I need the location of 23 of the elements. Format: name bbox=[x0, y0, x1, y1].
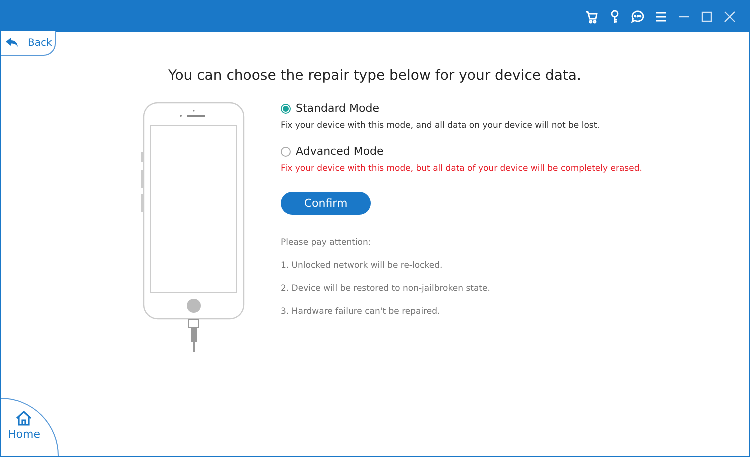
maximize-icon[interactable] bbox=[700, 10, 714, 24]
mode-label: Standard Mode bbox=[296, 102, 380, 115]
radio-icon[interactable] bbox=[281, 104, 291, 114]
mode-description: Fix your device with this mode, and all data on your device will not be lost. bbox=[281, 121, 601, 131]
back-button[interactable]: Back bbox=[1, 31, 56, 56]
mode-radio[interactable]: Standard Mode bbox=[281, 102, 642, 115]
chat-icon[interactable] bbox=[631, 10, 645, 24]
cart-icon[interactable] bbox=[585, 10, 599, 24]
menu-icon[interactable] bbox=[654, 10, 668, 24]
home-button[interactable]: Home bbox=[1, 398, 59, 456]
close-icon[interactable] bbox=[723, 10, 737, 24]
note-text: 2. Device will be restored to non-jailbroken state. bbox=[281, 284, 492, 294]
back-arrow-icon bbox=[6, 38, 18, 48]
note-text: 3. Hardware failure can't be repaired. bbox=[281, 307, 442, 317]
mode-radio[interactable]: Advanced Mode bbox=[281, 145, 642, 158]
home-icon bbox=[16, 411, 32, 426]
mode-label: Advanced Mode bbox=[296, 145, 384, 158]
mode-description: Fix your device with this mode, but all data of your device will be completely erased. bbox=[281, 164, 642, 174]
confirm-button[interactable]: Confirm bbox=[281, 192, 371, 215]
notes-title: Please pay attention: bbox=[281, 238, 372, 248]
radio-icon[interactable] bbox=[281, 146, 291, 156]
page-heading: You can choose the repair type below for your device data. bbox=[168, 68, 582, 84]
note-text: 1. Unlocked network will be re-locked. bbox=[281, 261, 444, 271]
